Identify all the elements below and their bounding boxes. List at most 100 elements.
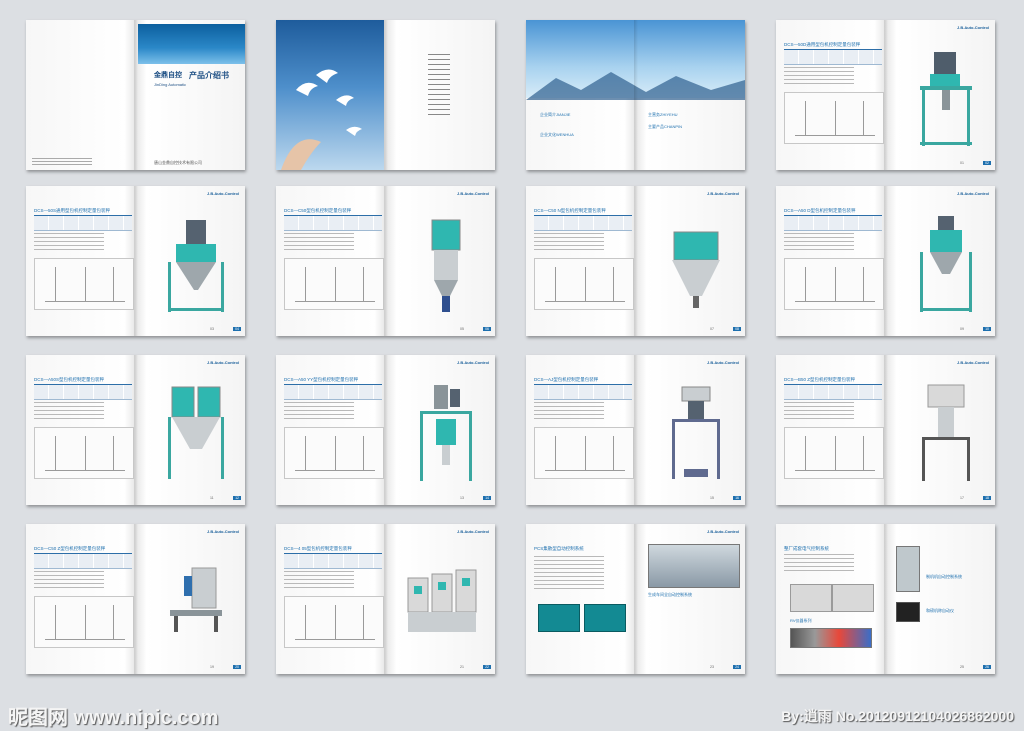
technical-drawing xyxy=(534,258,634,310)
spec-table xyxy=(784,215,882,231)
cabinet-tall-image xyxy=(896,546,920,592)
page-number-right: 20 xyxy=(233,665,241,669)
spread-fold xyxy=(884,186,888,336)
page-number-left: 05 xyxy=(460,327,464,331)
intro-heading-1: 企业简介JIANJIE xyxy=(540,112,571,117)
technical-drawing xyxy=(34,427,134,479)
brand-label: J.B.Auto-Control xyxy=(707,360,739,365)
product-title: DCS—A50S型包机控制定量包装秤 xyxy=(34,377,105,382)
body-text xyxy=(784,554,854,574)
spread-cover[interactable]: 金鼎自控 产品介绍书 JinDing Automatic 唐山金鼎自控技术有限公… xyxy=(26,20,245,170)
spec-table xyxy=(34,553,132,569)
spread-product-09[interactable]: J.B.Auto-Control DCS—A50 D型包机控制定量包装秤 09 … xyxy=(776,186,995,336)
plc-caption: 生成车间全自动控制系统 xyxy=(648,592,692,597)
control-room-image xyxy=(648,544,740,588)
spec-table xyxy=(284,384,382,400)
technical-drawing xyxy=(534,427,634,479)
cover-company: 唐山金鼎自控技术有限公司 xyxy=(154,160,202,165)
product-title: DCS—AJ型包机控制定量包装秤 xyxy=(534,377,599,382)
body-text xyxy=(784,67,854,87)
watermark-author: By:逍雨 No.20120912104026862000 xyxy=(781,708,1014,724)
spread-product-21[interactable]: J.B.Auto-Control DCS—4 05型包机控制定量包装秤 21 2… xyxy=(276,524,495,674)
instrument-image xyxy=(790,628,872,648)
page-number-left: 07 xyxy=(710,327,714,331)
product-title: DCS—50D通用型包机控制定量包装秤 xyxy=(784,42,861,47)
spread-fold xyxy=(134,186,138,336)
body-text xyxy=(34,402,104,422)
plc-title: PCS集散型自动控制系统 xyxy=(534,546,584,551)
spread-doves[interactable] xyxy=(276,20,495,170)
machine-image xyxy=(920,216,972,312)
spread-fold xyxy=(634,186,638,336)
brand-label: J.B.Auto-Control xyxy=(457,191,489,196)
body-text xyxy=(34,233,104,253)
machine-image xyxy=(168,220,224,312)
spec-table xyxy=(284,553,382,569)
machine-image xyxy=(170,567,222,632)
intro-heading-2: 主营务ZHIYEHU xyxy=(648,112,678,117)
dove-illustration xyxy=(281,69,362,170)
cover-subtitle: JinDing Automatic xyxy=(154,82,187,87)
page-number-right: 04 xyxy=(233,327,241,331)
spread-fold xyxy=(884,524,888,674)
machine-image xyxy=(672,231,720,308)
machine-image xyxy=(431,219,461,312)
brand-label: J.B.Auto-Control xyxy=(957,25,989,30)
page-number-left: 25 xyxy=(960,665,964,669)
product-title: DCS—A50 D型包机控制定量包装秤 xyxy=(784,208,856,213)
technical-drawing xyxy=(284,427,384,479)
spread-product-05[interactable]: J.B.Auto-Control DCS—C50型包机控制定量包装秤 05 06 xyxy=(276,186,495,336)
spread-fold xyxy=(634,20,638,170)
spread-product-07[interactable]: J.B.Auto-Control DCS—C50 N型包机控制定量包装秤 07 … xyxy=(526,186,745,336)
spread-electrical-system[interactable]: 整厂成套电气控制系统 RV仪器系列 制机机自动控制系统 和磅机称自动仪 25 2… xyxy=(776,524,995,674)
product-title: DCS—B50 Z型包机控制定量包装秤 xyxy=(784,377,856,382)
spread-product-03[interactable]: J.B.Auto-Control DCS—50S通用型包机控制定量包装秤 03 … xyxy=(26,186,245,336)
page-number-left: 03 xyxy=(210,327,214,331)
watermark-site: 昵图网 www.nipic.com xyxy=(8,707,219,729)
technical-drawing xyxy=(784,427,884,479)
product-title: DCS—C50型包机控制定量包装秤 xyxy=(284,208,352,213)
page-number-left: 09 xyxy=(960,327,964,331)
brand-label: J.B.Auto-Control xyxy=(457,360,489,365)
body-text xyxy=(534,233,604,253)
cover-band xyxy=(138,24,245,64)
spread-product-13[interactable]: J.B.Auto-Control DCS—A50 YY型包机控制定量包装秤 13… xyxy=(276,355,495,505)
page-number-right: 06 xyxy=(483,327,491,331)
body-text xyxy=(784,233,854,253)
spec-table xyxy=(534,215,632,231)
brand-label: J.B.Auto-Control xyxy=(207,191,239,196)
spread-fold xyxy=(134,355,138,505)
screen-image-2 xyxy=(584,604,626,632)
spread-product-15[interactable]: J.B.Auto-Control DCS—AJ型包机控制定量包装秤 15 16 xyxy=(526,355,745,505)
machine-image xyxy=(168,386,224,479)
spread-product-11[interactable]: J.B.Auto-Control DCS—A50S型包机控制定量包装秤 11 1… xyxy=(26,355,245,505)
cover-contact-lines xyxy=(32,158,92,166)
intro-heading-3: 主要产品CHANPIN xyxy=(648,124,683,129)
body-text xyxy=(284,402,354,422)
spread-fold xyxy=(634,355,638,505)
brand-label: J.B.Auto-Control xyxy=(957,191,989,196)
product-title: DCS—4 05型包机控制定量包装秤 xyxy=(284,546,352,551)
page-number-right: 26 xyxy=(983,665,991,669)
machine-image xyxy=(672,386,720,479)
cabinet-image xyxy=(790,584,832,612)
spread-product-01[interactable]: J.B.Auto-Control DCS—50D通用型包机控制定量包装秤 01 … xyxy=(776,20,995,170)
cabinet-image-2 xyxy=(832,584,874,612)
toc-lines xyxy=(428,54,450,118)
spread-fold xyxy=(884,20,888,170)
spread-product-17[interactable]: J.B.Auto-Control DCS—B50 Z型包机控制定量包装秤 17 … xyxy=(776,355,995,505)
body-text xyxy=(784,402,854,422)
page-number-right: 14 xyxy=(483,496,491,500)
spec-table xyxy=(784,384,882,400)
technical-drawing xyxy=(34,596,134,648)
body-text xyxy=(284,571,354,591)
spread-plc-system[interactable]: J.B.Auto-Control PCS集散型自动控制系统 生成车间全自动控制系… xyxy=(526,524,745,674)
machine-image xyxy=(920,52,972,146)
body-text xyxy=(34,571,104,591)
page-number-left: 17 xyxy=(960,496,964,500)
spec-table xyxy=(284,215,382,231)
spread-intro[interactable]: 企业简介JIANJIE 企业文化WENHUA 主营务ZHIYEHU 主要产品CH… xyxy=(526,20,745,170)
page-number-right: 18 xyxy=(983,496,991,500)
spread-product-19[interactable]: J.B.Auto-Control DCS—C50 Z型包机控制定量包装秤 19 … xyxy=(26,524,245,674)
machine-image xyxy=(420,385,472,481)
